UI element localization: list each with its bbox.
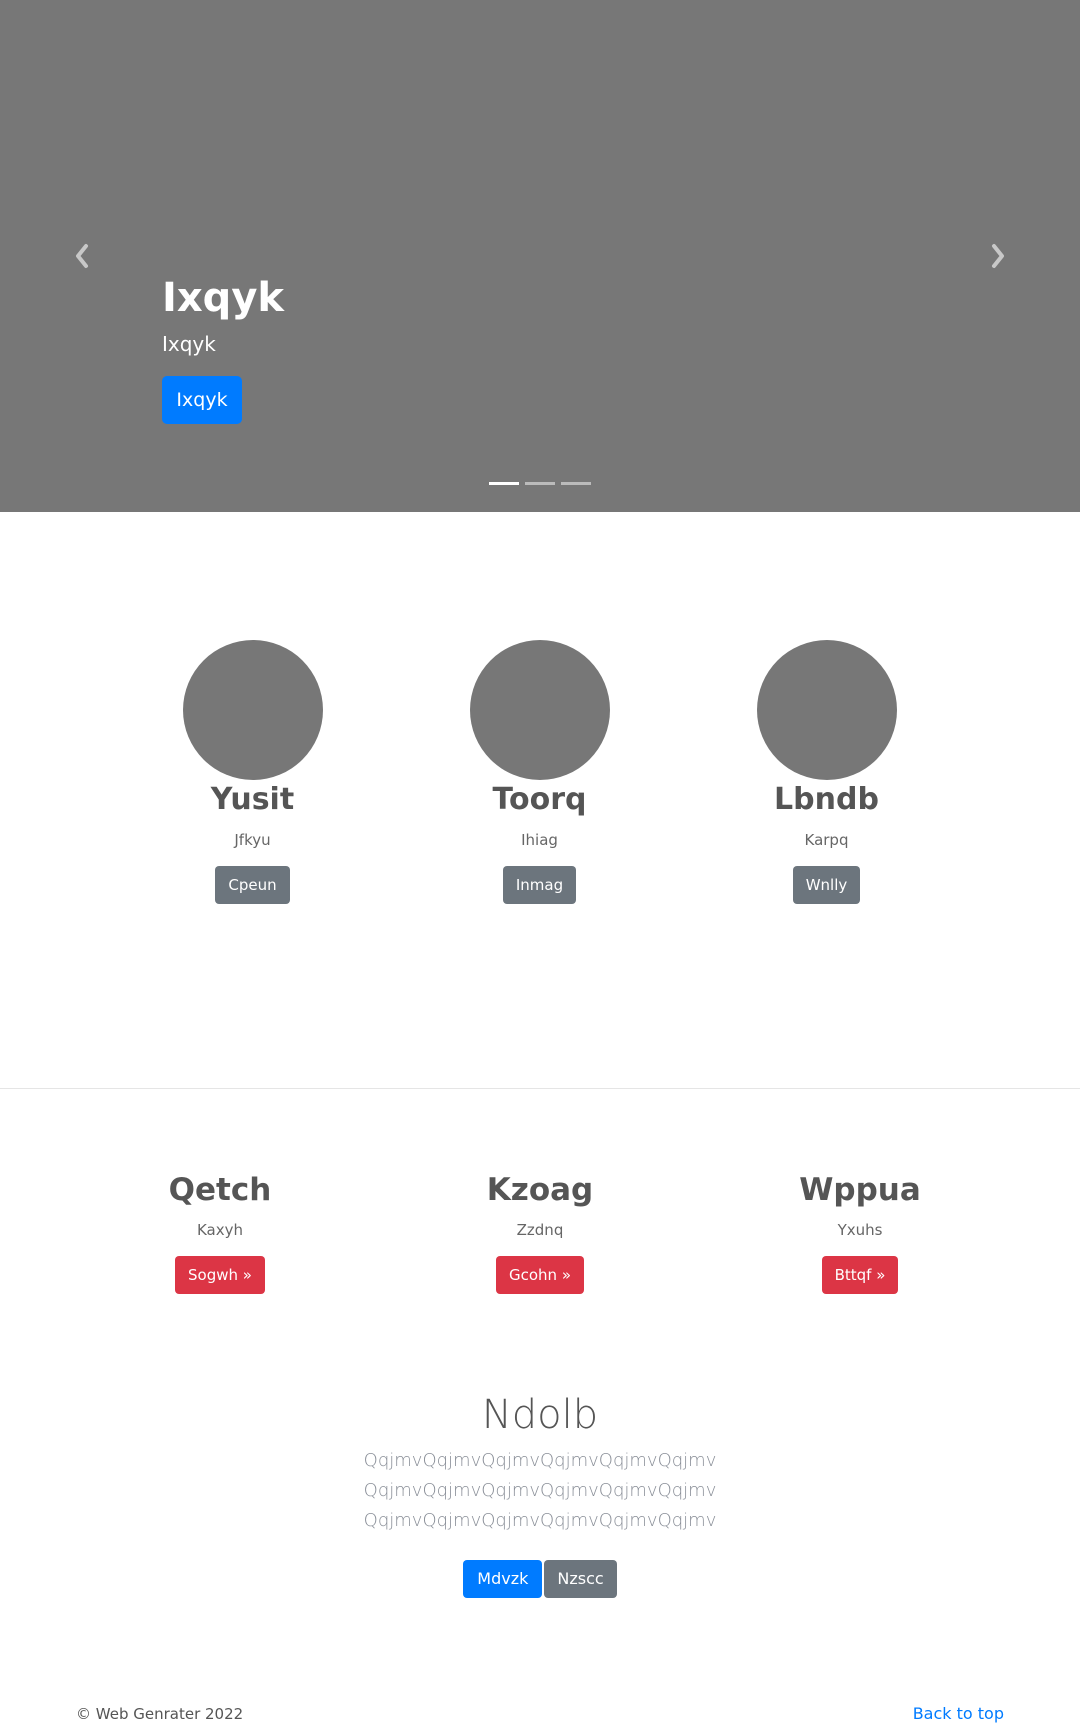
feature-subtitle: Karpq (804, 831, 849, 849)
feature-item: Toorq Ihiag Inmag (396, 640, 683, 904)
cta-primary-button[interactable]: Mdvzk (463, 1560, 543, 1598)
cta-body: QqjmvQqjmvQqjmvQqjmvQqjmvQqjmvQqjmvQqjmv… (363, 1450, 717, 1531)
chevron-left-icon (76, 244, 88, 268)
features-section: Yusit Jfkyu Cpeun Toorq Ihiag Inmag Lbnd… (0, 640, 1080, 904)
hero-carousel: Ixqyk Ixqyk Ixqyk (0, 0, 1080, 512)
carousel-indicator-2[interactable] (525, 482, 555, 485)
cta-section: Ndolb QqjmvQqjmvQqjmvQqjmvQqjmvQqjmvQqjm… (0, 1390, 1080, 1598)
footer-copyright: © Web Genrater 2022 (76, 1705, 244, 1723)
feature-image-placeholder (469, 640, 610, 780)
column-item: Qetch Kaxyh Sogwh » (70, 1170, 370, 1294)
feature-button[interactable]: Cpeun (215, 866, 290, 904)
feature-button[interactable]: Wnlly (792, 866, 861, 904)
hero-subtitle: Ixqyk (162, 332, 216, 356)
carousel-prev-button[interactable] (70, 240, 94, 272)
column-item: Kzoag Zzdnq Gcohn » (390, 1170, 690, 1294)
carousel-next-button[interactable] (986, 240, 1010, 272)
section-divider (0, 1088, 1080, 1089)
carousel-indicator-1[interactable] (489, 482, 519, 485)
column-item: Wppua Yxuhs Bttqf » (710, 1170, 1010, 1294)
column-subtitle: Kaxyh (196, 1221, 244, 1239)
feature-image-placeholder (756, 640, 897, 780)
column-button[interactable]: Sogwh » (175, 1256, 265, 1294)
feature-subtitle: Jfkyu (234, 831, 271, 849)
cta-title: Ndolb (481, 1392, 599, 1438)
column-button[interactable]: Gcohn » (495, 1256, 584, 1294)
cta-button-group: Mdvzk Nzscc (0, 1560, 1080, 1598)
cta-secondary-button[interactable]: Nzscc (544, 1560, 617, 1598)
column-subtitle: Zzdnq (516, 1221, 564, 1239)
carousel-indicator-3[interactable] (561, 482, 591, 485)
feature-subtitle: Ihiag (521, 831, 558, 849)
feature-image-placeholder (182, 640, 323, 780)
feature-name: Lbndb (774, 782, 879, 817)
column-title: Kzoag (486, 1172, 594, 1208)
column-title: Qetch (168, 1172, 272, 1208)
column-title: Wppua (799, 1172, 921, 1208)
column-button[interactable]: Bttqf » (821, 1256, 899, 1294)
chevron-right-icon (992, 244, 1004, 268)
hero-title: Ixqyk (162, 275, 284, 321)
feature-button[interactable]: Inmag (502, 866, 577, 904)
column-subtitle: Yxuhs (837, 1221, 883, 1239)
back-to-top-link[interactable]: Back to top (913, 1704, 1004, 1724)
feature-item: Yusit Jfkyu Cpeun (109, 640, 396, 904)
feature-item: Lbndb Karpq Wnlly (683, 640, 970, 904)
feature-name: Yusit (210, 782, 295, 817)
feature-name: Toorq (492, 782, 587, 817)
carousel-indicators (489, 482, 597, 501)
hero-cta-button[interactable]: Ixqyk (162, 376, 242, 424)
